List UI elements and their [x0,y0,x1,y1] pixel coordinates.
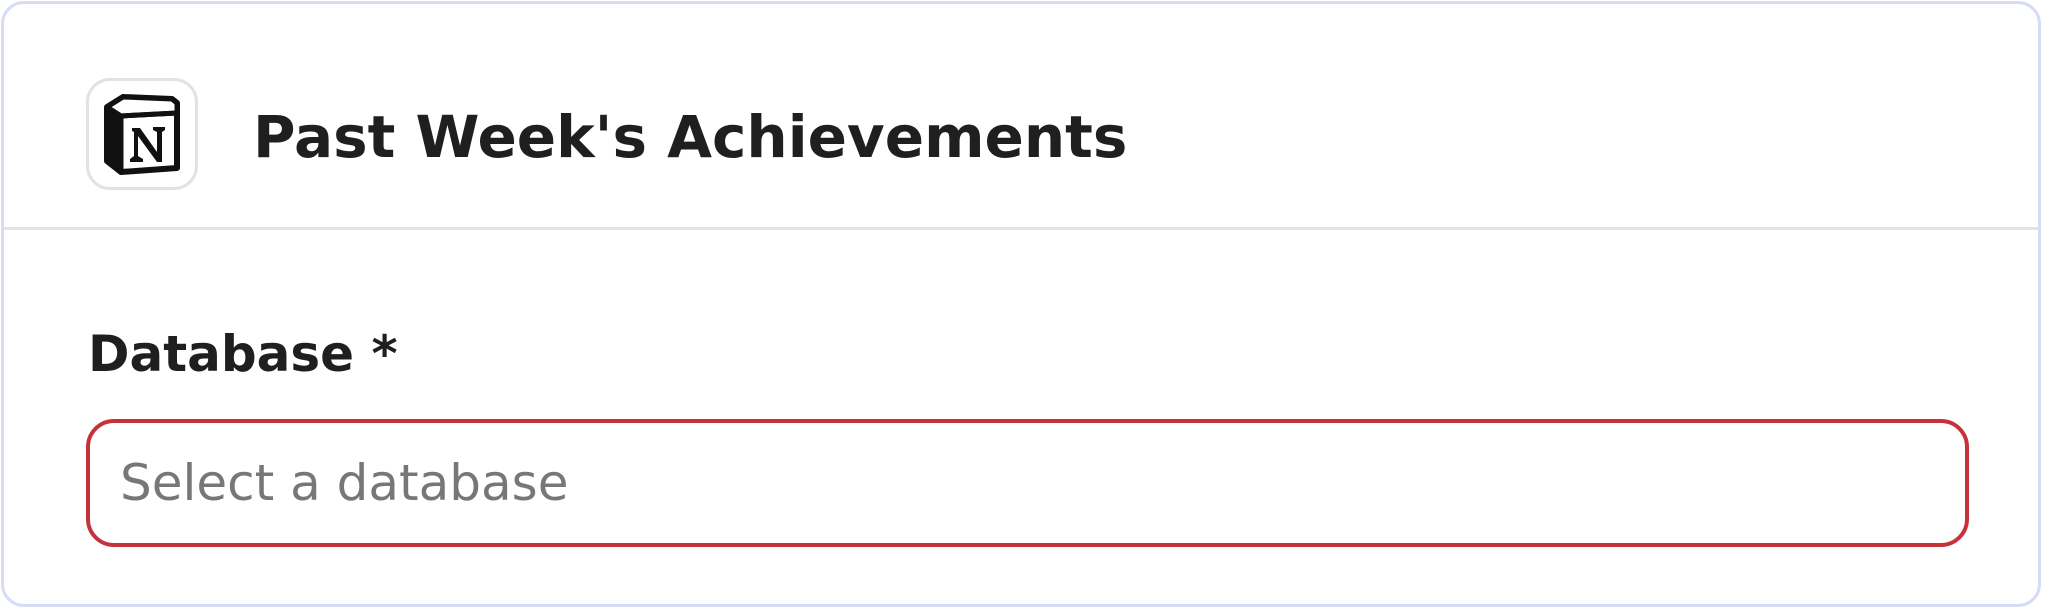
notion-logo-icon [86,78,198,190]
database-select[interactable]: Select a database [86,419,1969,547]
database-field-label: Database * [88,325,398,383]
card-header: Past Week's Achievements [4,4,2038,230]
action-config-card: Past Week's Achievements Database * Sele… [1,1,2041,607]
page-title: Past Week's Achievements [253,103,1128,171]
database-select-placeholder: Select a database [120,454,569,512]
